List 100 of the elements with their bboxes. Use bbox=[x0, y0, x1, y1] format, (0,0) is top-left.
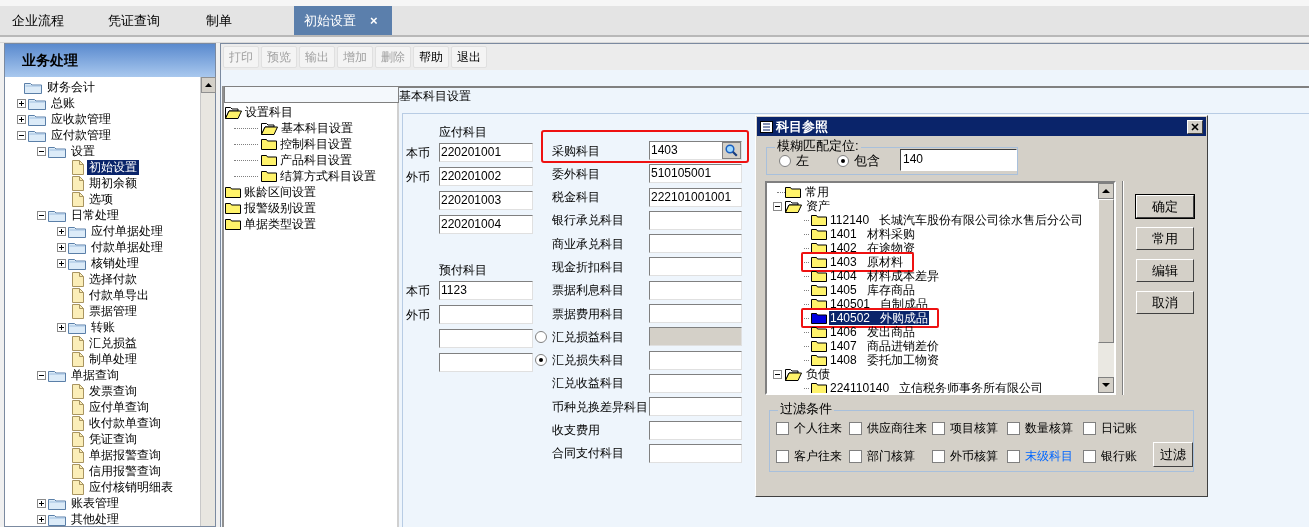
tree-item[interactable]: 初始设置 bbox=[87, 159, 139, 175]
tree-item[interactable]: 1404 材料成本差异 bbox=[829, 269, 940, 283]
tree-item[interactable]: 应收款管理 bbox=[49, 111, 113, 127]
search-button[interactable] bbox=[722, 142, 741, 159]
tree-item[interactable]: 1401 材料采购 bbox=[829, 227, 916, 241]
input-field[interactable] bbox=[649, 234, 742, 254]
expand-icon[interactable] bbox=[57, 226, 66, 236]
input-field[interactable] bbox=[649, 397, 742, 417]
checkbox[interactable] bbox=[932, 421, 945, 435]
tree-item[interactable]: 140502 外购成品 bbox=[829, 311, 930, 325]
checkbox[interactable] bbox=[1007, 449, 1020, 463]
input-field[interactable]: 220201003 bbox=[439, 191, 533, 210]
scroll-up-icon[interactable] bbox=[201, 77, 216, 93]
input-field[interactable] bbox=[439, 305, 533, 324]
tree-item[interactable]: 选项 bbox=[87, 191, 115, 207]
tree-item[interactable]: 付款单据处理 bbox=[89, 239, 165, 255]
checkbox-label[interactable]: 项目核算 bbox=[950, 419, 998, 437]
collapse-icon[interactable] bbox=[37, 210, 46, 220]
input-field[interactable] bbox=[649, 443, 742, 463]
tree-item[interactable]: 应付款管理 bbox=[49, 127, 113, 143]
input-field[interactable]: 1123 bbox=[439, 281, 533, 300]
input-field[interactable] bbox=[649, 350, 742, 370]
checkbox-label[interactable]: 外币核算 bbox=[950, 447, 998, 465]
dialog-button[interactable]: 编辑 bbox=[1136, 259, 1194, 282]
checkbox[interactable] bbox=[776, 449, 789, 463]
checkbox-label[interactable]: 银行账 bbox=[1101, 447, 1137, 465]
tree-item[interactable]: 应付核销明细表 bbox=[87, 479, 175, 495]
checkbox-label[interactable]: 供应商往来 bbox=[867, 419, 927, 437]
checkbox-label[interactable]: 数量核算 bbox=[1025, 419, 1073, 437]
expand-icon[interactable] bbox=[57, 322, 66, 332]
input-field[interactable] bbox=[649, 373, 742, 393]
tree-item[interactable]: 单据报警查询 bbox=[87, 447, 163, 463]
toolbar-button[interactable]: 帮助 bbox=[413, 46, 449, 68]
tree-item[interactable]: 信用报警查询 bbox=[87, 463, 163, 479]
tree-item[interactable]: 设置 bbox=[69, 143, 97, 159]
tree-item[interactable]: 224110140 立信税务师事务所有限公司 bbox=[829, 381, 1045, 393]
checkbox[interactable] bbox=[1083, 421, 1096, 435]
checkbox[interactable] bbox=[849, 449, 862, 463]
tab[interactable]: 制单 bbox=[196, 6, 294, 35]
tree-item[interactable]: 1406 发出商品 bbox=[829, 325, 916, 339]
input-field[interactable]: 220201002 bbox=[439, 167, 533, 186]
tree-item[interactable]: 账龄区间设置 bbox=[244, 183, 316, 201]
scroll-down-icon[interactable] bbox=[1098, 377, 1114, 393]
scroll-up-icon[interactable] bbox=[1098, 183, 1114, 199]
radio-button[interactable] bbox=[836, 155, 849, 167]
input-field[interactable] bbox=[649, 420, 742, 440]
tree-item[interactable]: 单据类型设置 bbox=[244, 215, 316, 233]
input-field[interactable] bbox=[649, 257, 742, 277]
radio-button[interactable] bbox=[535, 354, 547, 367]
tree-item[interactable]: 付款单导出 bbox=[87, 287, 151, 303]
tree-item[interactable]: 常用 bbox=[805, 185, 829, 199]
tab[interactable]: 初始设置 × bbox=[294, 6, 392, 35]
collapse-icon[interactable] bbox=[773, 369, 782, 379]
tree-item[interactable]: 转账 bbox=[89, 319, 117, 335]
expand-icon[interactable] bbox=[37, 498, 46, 508]
tree-item[interactable]: 制单处理 bbox=[87, 351, 139, 367]
tree-item[interactable]: 收付款单查询 bbox=[87, 415, 163, 431]
tree-item[interactable]: 单据查询 bbox=[69, 367, 121, 383]
radio-button[interactable] bbox=[779, 155, 791, 167]
tree-item[interactable]: 产品科目设置 bbox=[280, 151, 352, 169]
input-field[interactable]: 220201001 bbox=[439, 143, 533, 162]
tree-item[interactable]: 1408 委托加工物资 bbox=[829, 353, 940, 367]
tree-item[interactable]: 票据管理 bbox=[87, 303, 139, 319]
input-field[interactable] bbox=[439, 353, 533, 372]
collapse-icon[interactable] bbox=[17, 130, 26, 140]
tree-item[interactable]: 财务会计 bbox=[45, 79, 97, 95]
filter-button[interactable]: 过滤 bbox=[1153, 442, 1193, 467]
tree-item[interactable]: 核销处理 bbox=[89, 255, 141, 271]
checkbox[interactable] bbox=[1007, 421, 1020, 435]
tree-item[interactable]: 1405 库存商品 bbox=[829, 283, 916, 297]
tree-item[interactable]: 应付单查询 bbox=[87, 399, 151, 415]
input-field[interactable]: 510105001 bbox=[649, 164, 742, 184]
radio-label[interactable]: 左 bbox=[796, 151, 809, 171]
tree-item[interactable]: 汇兑损益 bbox=[87, 335, 139, 351]
dialog-button[interactable]: 常用 bbox=[1136, 227, 1194, 250]
checkbox[interactable] bbox=[776, 421, 789, 435]
dialog-button[interactable]: 取消 bbox=[1136, 291, 1194, 314]
input-field[interactable]: 222101001001 bbox=[649, 187, 742, 207]
input-field[interactable]: 220201004 bbox=[439, 215, 533, 234]
checkbox[interactable] bbox=[1083, 449, 1096, 463]
expand-icon[interactable] bbox=[17, 98, 26, 108]
scrollbar[interactable] bbox=[1098, 183, 1114, 393]
checkbox-label[interactable]: 客户往来 bbox=[794, 447, 842, 465]
tree-item[interactable]: 基本科目设置 bbox=[281, 119, 353, 137]
tree-item[interactable]: 账表管理 bbox=[69, 495, 121, 511]
expand-icon[interactable] bbox=[17, 114, 26, 124]
input-field[interactable] bbox=[439, 329, 533, 348]
checkbox-label[interactable]: 个人往来 bbox=[794, 419, 842, 437]
checkbox[interactable] bbox=[932, 449, 945, 463]
input-field[interactable] bbox=[649, 280, 742, 300]
checkbox[interactable] bbox=[849, 421, 862, 435]
tree-item[interactable]: 结算方式科目设置 bbox=[280, 167, 376, 185]
close-button[interactable] bbox=[1187, 119, 1203, 134]
tree-item[interactable]: 报警级别设置 bbox=[244, 199, 316, 217]
tree-item[interactable]: 1407 商品进销差价 bbox=[829, 339, 940, 353]
tree-item[interactable]: 1403 原材料 bbox=[829, 255, 904, 269]
checkbox-label[interactable]: 部门核算 bbox=[867, 447, 915, 465]
tree-item[interactable]: 总账 bbox=[49, 95, 77, 111]
tree-item[interactable]: 设置科目 bbox=[245, 103, 293, 121]
checkbox-label[interactable]: 日记账 bbox=[1101, 419, 1137, 437]
